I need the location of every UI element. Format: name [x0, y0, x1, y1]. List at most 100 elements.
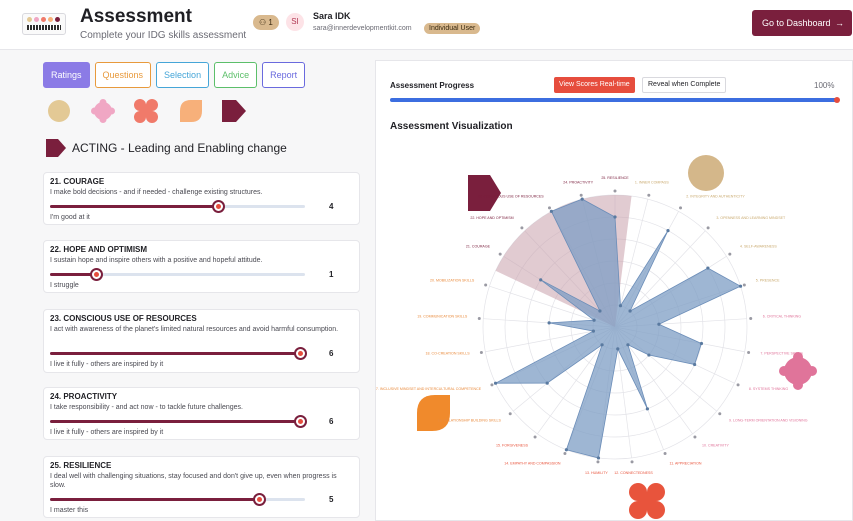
progress-label: Assessment Progress [390, 81, 475, 90]
radar-point [628, 309, 632, 313]
tab-ratings[interactable]: Ratings [43, 62, 90, 88]
rating-level: I live it fully - others are inspired by… [50, 429, 164, 436]
radar-category-label: 12. CONNECTEDNESS [614, 471, 653, 475]
progress-bar-end [834, 97, 840, 103]
go-to-dashboard-button[interactable]: Go to Dashboard → [752, 10, 852, 36]
radar-category-label: 13. HUMILITY [585, 471, 608, 475]
rating-slider[interactable] [50, 268, 305, 281]
radar-point [645, 407, 649, 411]
radar-axis-end [728, 252, 732, 256]
rating-level: I live it fully - others are inspired by… [50, 361, 164, 368]
radar-category-label: 18. CO-CREATION SKILLS [426, 352, 471, 356]
progress-bar [390, 98, 838, 102]
radar-point [596, 456, 601, 460]
radar-point [613, 215, 617, 219]
radar-axis-end [742, 283, 746, 287]
thinking-flower-icon[interactable] [91, 99, 115, 123]
assessment-tabs: Ratings Questions Selection Advice Repor… [43, 62, 306, 88]
radar-axis-end [579, 193, 583, 197]
slider-fill [50, 420, 300, 423]
radar-category-label: 7. PERSPECTIVE SKILLS [760, 352, 803, 356]
radar-point [591, 329, 595, 333]
radar-point [706, 266, 710, 270]
radar-axis-end [477, 316, 481, 320]
slider-handle[interactable] [212, 200, 226, 213]
radar-category-label: 8. SYSTEMS THINKING [749, 387, 788, 391]
rating-value: 1 [329, 270, 334, 279]
dashboard-button-label: Go to Dashboard [762, 18, 831, 28]
radar-axis-end [693, 435, 697, 439]
rating-level: I'm good at it [50, 214, 90, 221]
slider-handle[interactable] [293, 347, 307, 360]
radar-category-label: 22. HOPE AND OPTIMISM [470, 216, 513, 220]
skill-card-conscious-use-of-resources: 23. CONSCIOUS USE OF RESOURCES I act wit… [43, 309, 360, 373]
tab-report[interactable]: Report [262, 62, 306, 88]
radar-point [598, 309, 602, 313]
radar-axis-end [613, 189, 617, 193]
radar-axis-end [706, 226, 710, 230]
rating-level: I master this [50, 507, 89, 514]
acting-pentagon-icon [468, 175, 501, 211]
radar-axis-end [596, 460, 600, 464]
rating-value: 6 [329, 417, 334, 426]
slider-handle[interactable] [293, 415, 307, 428]
avatar[interactable]: SI [286, 13, 304, 31]
radar-point [545, 381, 549, 385]
collaborating-leaf-icon[interactable] [180, 100, 202, 122]
skill-card-resilience: 25. RESILIENCE I deal well with challeng… [43, 456, 360, 518]
radar-axis-end [749, 316, 753, 320]
radar-axis-end [547, 206, 551, 210]
users-icon: ⚇ [259, 18, 267, 27]
radar-axis-end [718, 412, 722, 416]
skill-description: I act with awareness of the planet's lim… [50, 326, 339, 333]
radar-category-label: 2. INTEGRITY AND AUTHENTICITY [686, 194, 745, 198]
radar-point [693, 362, 697, 367]
radar-category-label: 15. FORGIVENESS [496, 444, 529, 448]
skill-title: 25. RESILIENCE [50, 461, 112, 470]
rating-slider[interactable] [50, 347, 307, 360]
dimension-selector [48, 99, 246, 123]
arrow-right-icon: → [835, 18, 844, 28]
radar-axis-end [736, 383, 740, 387]
radar-chart: 1. INNER COMPASS 2. INTEGRITY AND AUTHENT… [376, 155, 817, 519]
radar-axis-end [490, 383, 494, 387]
rating-slider[interactable] [50, 200, 305, 213]
tab-advice[interactable]: Advice [214, 62, 258, 88]
skill-title: 22. HOPE AND OPTIMISM [50, 245, 148, 254]
radar-point [618, 304, 623, 308]
radar-category-label: 9. LONG-TERM ORIENTATION AND VISIONING [729, 418, 808, 422]
slider-fill [50, 205, 219, 208]
inner-development-goals-logo[interactable] [22, 13, 66, 35]
view-scores-realtime-button[interactable]: View Scores Real-time [554, 77, 635, 93]
rating-slider[interactable] [50, 415, 307, 428]
user-email: sara@innerdevelopmentkit.com [313, 25, 412, 32]
slider-handle[interactable] [89, 268, 103, 281]
radar-axis-end [747, 350, 751, 354]
slider-handle[interactable] [253, 493, 267, 506]
thinking-flower-icon [779, 352, 817, 390]
being-circle-icon[interactable] [48, 100, 70, 122]
reveal-when-complete-button[interactable]: Reveal when Complete [642, 77, 727, 93]
rating-slider[interactable] [50, 493, 305, 506]
being-circle-icon [688, 155, 724, 191]
radar-category-label: 20. MOBILIZATION SKILLS [430, 278, 475, 282]
slider-fill [50, 498, 260, 501]
acting-pentagon-icon [46, 139, 66, 157]
radar-point [699, 341, 704, 346]
relating-cross-icon[interactable] [134, 99, 158, 123]
radar-point [657, 322, 661, 326]
progress-percent: 100% [814, 81, 835, 90]
radar-point [626, 343, 630, 347]
acting-pentagon-icon[interactable] [222, 100, 246, 122]
tab-questions[interactable]: Questions [94, 62, 152, 88]
skill-description: I sustain hope and inspire others with a… [50, 257, 263, 264]
radar-point [493, 381, 498, 385]
user-type-badge: Individual User [424, 23, 481, 34]
radar-category-label: 5. PRESENCE [756, 278, 780, 282]
radar-axis-end [663, 451, 667, 455]
radar-axis-end [679, 206, 683, 210]
user-count-badge[interactable]: ⚇ 1 [253, 15, 279, 30]
progress-panel: Assessment Progress View Scores Real-tim… [375, 60, 853, 521]
radar-category-label: 21. COURAGE [466, 245, 491, 249]
tab-selection[interactable]: Selection [156, 62, 210, 88]
